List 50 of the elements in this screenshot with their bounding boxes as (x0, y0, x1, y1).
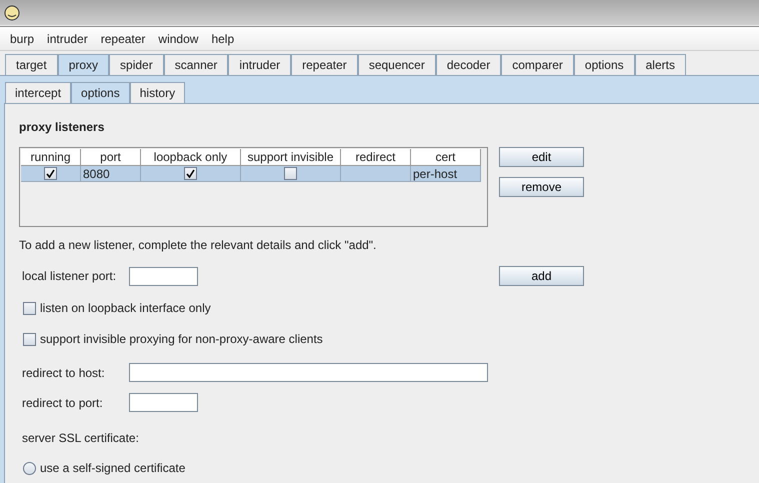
tab[interactable]: repeater (291, 54, 358, 75)
checkbox[interactable] (44, 167, 57, 180)
tab[interactable]: spider (109, 54, 164, 75)
tab[interactable]: target (5, 54, 58, 75)
menu-item[interactable]: help (211, 30, 234, 48)
tab[interactable]: options (71, 82, 130, 103)
tab[interactable]: comparer (501, 54, 574, 75)
checkbox-label: support invisible proxying for non-proxy-aware clients (40, 331, 323, 348)
menu-item[interactable]: burp (10, 30, 34, 48)
checkbox-label: listen on loopback interface only (40, 300, 211, 317)
input-field[interactable] (129, 393, 198, 412)
column-header[interactable]: redirect (341, 149, 411, 166)
column-header[interactable]: cert (411, 149, 481, 166)
tab[interactable]: sequencer (358, 54, 436, 75)
table-cell-text: per-host (412, 166, 458, 182)
checkbox[interactable] (184, 167, 197, 180)
section-title: proxy listeners (19, 119, 106, 134)
input-field[interactable] (129, 266, 198, 286)
radio-label: use a self-signed certificate (40, 460, 186, 477)
tab[interactable]: alerts (634, 54, 686, 75)
tab[interactable]: options (574, 54, 635, 75)
tab[interactable]: intruder (228, 54, 292, 75)
input-field[interactable] (129, 363, 488, 382)
app-icon (4, 4, 20, 20)
column-header[interactable]: port (81, 149, 141, 166)
radio-button[interactable] (23, 462, 36, 474)
table-cell-text: 8080 (82, 166, 111, 182)
menu-item[interactable]: intruder (47, 30, 88, 48)
checkbox[interactable] (23, 332, 36, 346)
checkbox[interactable] (23, 302, 36, 314)
column-header[interactable]: loopback only (141, 149, 241, 166)
field-label: redirect to port: (22, 394, 104, 412)
section-label: server SSL certificate: (21, 430, 140, 447)
menu-item[interactable]: repeater (100, 30, 146, 48)
column-header[interactable]: support invisible (241, 149, 341, 166)
table-row[interactable]: 8080 per-host (21, 166, 481, 182)
tab[interactable]: intercept (5, 82, 72, 103)
checkbox[interactable] (284, 167, 297, 180)
field-label: local listener port: (22, 268, 118, 285)
tab[interactable]: scanner (164, 54, 228, 75)
menu-item[interactable]: window (158, 30, 198, 48)
remove-button[interactable]: remove (499, 177, 584, 197)
hint-text: To add a new listener, complete the relevant details and click "add". (19, 237, 378, 254)
field-label: redirect to host: (22, 364, 106, 382)
tab[interactable]: history (130, 82, 186, 103)
edit-button[interactable]: edit (499, 147, 584, 167)
column-header[interactable]: running (21, 149, 81, 166)
tab[interactable]: decoder (436, 54, 502, 75)
tab[interactable]: proxy (58, 54, 110, 75)
add-button[interactable]: add (499, 266, 584, 286)
